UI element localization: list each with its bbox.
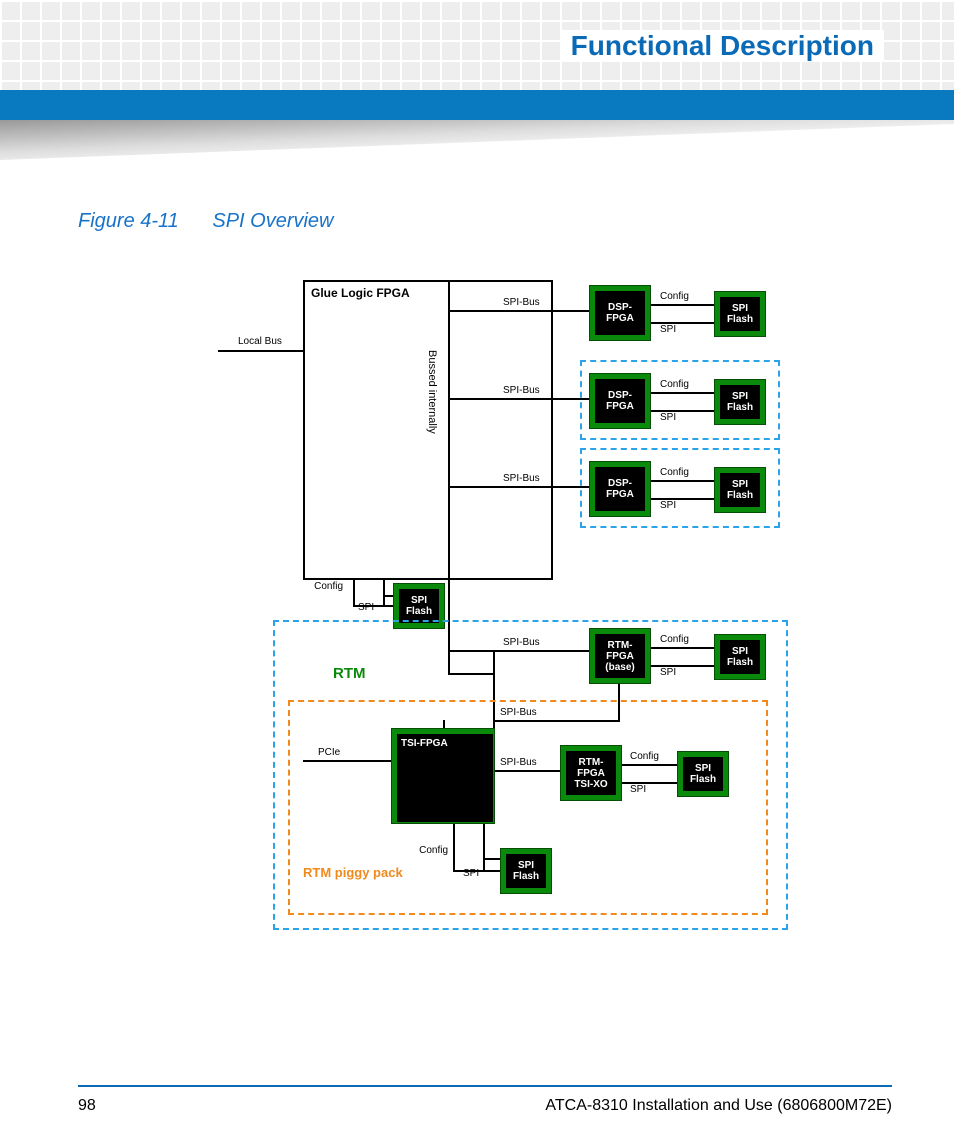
line-config-tsixo bbox=[622, 764, 677, 766]
header-blue-bar bbox=[0, 90, 954, 120]
line-local-bus bbox=[218, 350, 303, 352]
chip-spi-flash-tsi: SPI Flash bbox=[500, 848, 552, 894]
line-tsi-config-v bbox=[453, 824, 455, 870]
dash-blue-row2 bbox=[580, 360, 780, 440]
diagram-spi-overview: Glue Logic FPGA Local Bus Bussed interna… bbox=[78, 250, 878, 950]
line-tsi-config-h bbox=[453, 870, 500, 872]
footer-doc-title: ATCA-8310 Installation and Use (6806800M… bbox=[545, 1097, 892, 1115]
line-config-1 bbox=[651, 304, 714, 306]
label-local-bus: Local Bus bbox=[238, 336, 282, 347]
chip-spi-flash-1: SPI Flash bbox=[714, 291, 766, 337]
chip-rtm-fpga-tsixo: RTM- FPGA TSI-XO bbox=[560, 745, 622, 801]
header-wedge bbox=[0, 120, 954, 160]
line-stub-top bbox=[448, 282, 450, 300]
line-tsi-spi-h bbox=[483, 858, 500, 860]
line-glue-config-h bbox=[353, 605, 393, 607]
label-rtm: RTM bbox=[333, 665, 366, 682]
label-spi-1: SPI bbox=[660, 324, 676, 335]
glue-logic-label: Glue Logic FPGA bbox=[311, 286, 410, 300]
figure-number: Figure 4-11 bbox=[78, 210, 179, 232]
line-tsi-top-stub2 bbox=[493, 720, 495, 728]
figure-caption: Figure 4-11 SPI Overview bbox=[78, 210, 334, 233]
line-glue-spi-h bbox=[383, 595, 393, 597]
chip-spi-flash-tsixo: SPI Flash bbox=[677, 751, 729, 797]
line-pcie bbox=[303, 760, 391, 762]
label-spi-bus-tsixo: SPI-Bus bbox=[500, 757, 537, 768]
label-spi-bus-3: SPI-Bus bbox=[503, 473, 540, 484]
label-rtm-piggy: RTM piggy pack bbox=[303, 865, 403, 880]
label-config-tsixo: Config bbox=[630, 751, 659, 762]
footer-rule bbox=[78, 1085, 892, 1087]
line-spi-bus-2 bbox=[449, 398, 594, 400]
line-spi-bus-tsixo bbox=[495, 770, 565, 772]
line-spi-bus-3 bbox=[449, 486, 594, 488]
line-tsi-spi-v bbox=[483, 824, 485, 870]
label-spi-tsixo: SPI bbox=[630, 784, 646, 795]
label-bussed-internally: Bussed internally bbox=[426, 350, 438, 434]
label-pcie: PCIe bbox=[318, 747, 340, 758]
line-spi-bus-1 bbox=[449, 310, 594, 312]
label-spi-bus-1: SPI-Bus bbox=[503, 297, 540, 308]
label-spi-bus-2: SPI-Bus bbox=[503, 385, 540, 396]
chip-tsi-fpga: TSI-FPGA bbox=[391, 728, 495, 824]
line-tsi-top-stub bbox=[443, 720, 445, 728]
line-glue-spi-v1 bbox=[383, 580, 385, 605]
label-spi-glue: SPI bbox=[358, 602, 374, 613]
page-number: 98 bbox=[78, 1097, 96, 1115]
figure-title: SPI Overview bbox=[212, 210, 333, 232]
dash-blue-row3 bbox=[580, 448, 780, 528]
label-config-1: Config bbox=[660, 291, 689, 302]
page-title: Functional Description bbox=[561, 30, 884, 62]
line-glue-config-v1 bbox=[353, 580, 355, 605]
chip-dsp-fpga-1: DSP- FPGA bbox=[589, 285, 651, 341]
